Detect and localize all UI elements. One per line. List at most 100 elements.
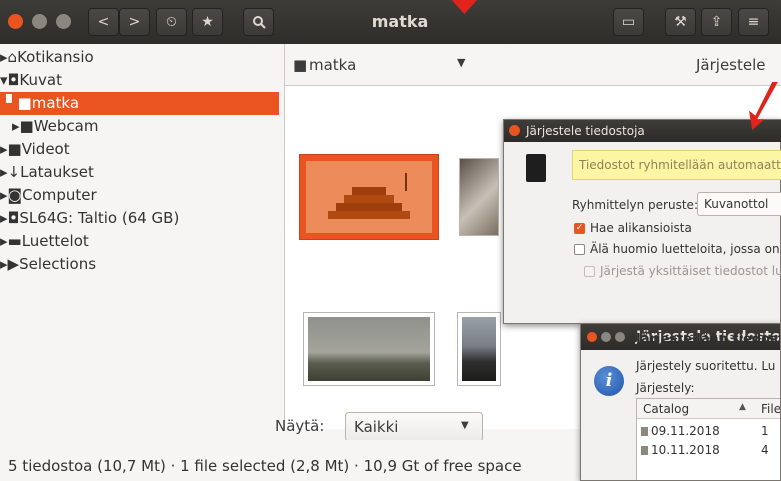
sidebar-item-kuvat[interactable]: ▾◘Kuvat <box>0 69 62 92</box>
dialog-titlebar: Järjestele tiedostoja <box>504 120 781 142</box>
table-cell: 10.11.2018 <box>651 443 720 457</box>
sidebar-item-webcam[interactable]: ▸■Webcam <box>0 115 98 138</box>
sort-button[interactable]: Järjestele <box>696 56 766 74</box>
chevron-down-icon[interactable]: ▼ <box>457 56 465 69</box>
location-bar: ■ matka ▼ Järjestele <box>285 44 781 86</box>
maximize-window-icon[interactable] <box>56 14 71 29</box>
sidebar-item-label: Webcam <box>33 117 99 135</box>
catalog-icon <box>641 446 648 455</box>
catalog-icon <box>641 427 648 436</box>
sidebar-item-label: SL64G: Taltio (64 GB) <box>19 209 180 227</box>
check3-label: Järjestä yksittäiset tiedostot lue <box>600 264 781 278</box>
home-icon: ▸⌂ <box>0 48 18 66</box>
table-cell: 1 <box>761 424 769 438</box>
progress-heading: Järjestellään tiedosto <box>636 332 781 347</box>
result-table: Catalog ▲ File 09.11.2018 1 10.11.2018 4 <box>636 398 780 480</box>
menu-button[interactable]: ≡ <box>738 8 769 36</box>
list-label: Järjestely: <box>636 381 695 395</box>
photo-pyramid <box>306 161 432 233</box>
maximize-icon[interactable] <box>615 332 625 342</box>
folder-icon: ▸■ <box>12 117 34 135</box>
camera-icon: ▾◘ <box>0 71 20 89</box>
flag-icon: ▸▶ <box>0 255 20 273</box>
sidebar-item-label: Luettelot <box>21 232 89 250</box>
wrench-icon: ⚒ <box>674 14 687 30</box>
catalog-icon: ▸▬ <box>0 232 22 250</box>
sidebar: ▸⌂Kotikansio ▾◘Kuvat ▘■matka ▸■Webcam ▸■… <box>0 44 279 429</box>
checkbox-single-files[interactable] <box>584 266 595 277</box>
filter-dropdown[interactable]: Kaikki ▼ <box>345 412 483 442</box>
sidebar-item-label: Kotikansio <box>17 48 94 66</box>
thumbnail-2[interactable] <box>459 158 499 236</box>
progress-dialog: Järjestele tiedostoja i Järjestellään ti… <box>580 323 781 481</box>
sidebar-item-computer[interactable]: ▸◙Computer <box>0 184 97 207</box>
folder-icon: ▘■ <box>6 94 32 112</box>
photo-city <box>308 317 430 381</box>
tools-button[interactable]: ⚒ <box>665 8 696 36</box>
sidebar-item-label: Kuvat <box>19 71 62 89</box>
column-catalog[interactable]: Catalog <box>643 402 689 416</box>
minimize-icon[interactable] <box>601 332 611 342</box>
computer-icon: ▸◙ <box>0 186 23 204</box>
sidebar-item-label: Videot <box>21 140 70 158</box>
sidebar-item-home[interactable]: ▸⌂Kotikansio <box>0 46 94 69</box>
share-button[interactable]: ⇪ <box>701 8 732 36</box>
sidebar-item-label: matka <box>31 94 80 112</box>
sidebar-item-sl64g[interactable]: ▸◘SL64G: Taltio (64 GB) <box>0 207 179 230</box>
table-header: Catalog ▲ File <box>637 399 780 419</box>
close-icon[interactable] <box>587 332 597 342</box>
sidebar-item-lataukset[interactable]: ▸↓Lataukset <box>0 161 94 184</box>
video-icon: ▸■ <box>0 140 22 158</box>
filter-label: Näytä: <box>275 417 325 435</box>
menu-icon: ≡ <box>747 14 760 30</box>
history-icon: ⏲ <box>166 14 177 30</box>
minimize-window-icon[interactable] <box>32 14 47 29</box>
slideshow-button[interactable]: ▭ <box>613 8 644 36</box>
sidebar-item-label: Selections <box>19 255 97 273</box>
forward-button[interactable]: > <box>119 8 150 36</box>
bookmark-button[interactable]: ★ <box>192 8 223 36</box>
search-icon <box>252 16 266 29</box>
info-icon: i <box>594 366 624 396</box>
table-cell: 4 <box>761 443 769 457</box>
star-icon: ★ <box>201 14 214 30</box>
history-button[interactable]: ⏲ <box>156 8 187 36</box>
folder-icon: ■ <box>293 56 308 74</box>
thumbnail-selected[interactable] <box>299 154 439 240</box>
thumbnail-3[interactable] <box>303 312 435 386</box>
checkbox-subfolders[interactable]: ✓ <box>574 223 585 234</box>
search-button[interactable] <box>243 8 274 36</box>
info-text: Tiedostot ryhmitellään automaattis <box>579 158 781 172</box>
sidebar-item-videot[interactable]: ▸■Videot <box>0 138 70 161</box>
sidebar-item-selections[interactable]: ▸▶Selections <box>0 253 96 276</box>
sidebar-item-luettelot[interactable]: ▸▬Luettelot <box>0 230 89 253</box>
window-title: matka <box>371 12 429 31</box>
app-window: < > ⏲ ★ matka ▭ ⚒ ⇪ ≡ ▸⌂Kotikansio ▾◘Kuv… <box>0 0 781 481</box>
table-cell: 09.11.2018 <box>651 424 720 438</box>
sidebar-item-matka[interactable]: ▘■matka <box>0 92 279 115</box>
check1-label: Hae alikansioista <box>590 221 692 235</box>
close-icon[interactable] <box>509 125 520 136</box>
column-files[interactable]: File <box>761 402 780 416</box>
chevron-down-icon: ▼ <box>461 420 469 431</box>
organize-dialog: Järjestele tiedostoja Tiedostot ryhmitel… <box>503 119 781 324</box>
download-icon: ▸↓ <box>0 163 21 181</box>
group-label: Ryhmittelyn peruste: <box>572 198 698 212</box>
checkbox-ignore-catalogs[interactable] <box>574 244 585 255</box>
header-bar: < > ⏲ ★ matka ▭ ⚒ ⇪ ≡ <box>0 0 781 44</box>
check2-label: Älä huomio luetteloita, jossa on v <box>590 242 781 256</box>
info-bar: Tiedostot ryhmitellään automaattis <box>572 150 781 180</box>
book-icon <box>526 154 546 182</box>
close-window-icon[interactable] <box>8 14 23 29</box>
photo-mountain <box>462 317 496 381</box>
back-button[interactable]: < <box>88 8 119 36</box>
status-text: 5 tiedostoa (10,7 Mt) · 1 file selected … <box>8 457 522 475</box>
thumbnail-4[interactable] <box>457 312 501 386</box>
location-folder[interactable]: matka <box>309 56 356 74</box>
group-dropdown[interactable]: Kuvanottol <box>697 192 781 216</box>
sidebar-item-label: Computer <box>22 186 97 204</box>
filter-value: Kaikki <box>354 418 399 436</box>
group-value: Kuvanottol <box>704 197 769 211</box>
share-icon: ⇪ <box>710 14 723 30</box>
sort-arrow-icon: ▲ <box>739 402 746 412</box>
